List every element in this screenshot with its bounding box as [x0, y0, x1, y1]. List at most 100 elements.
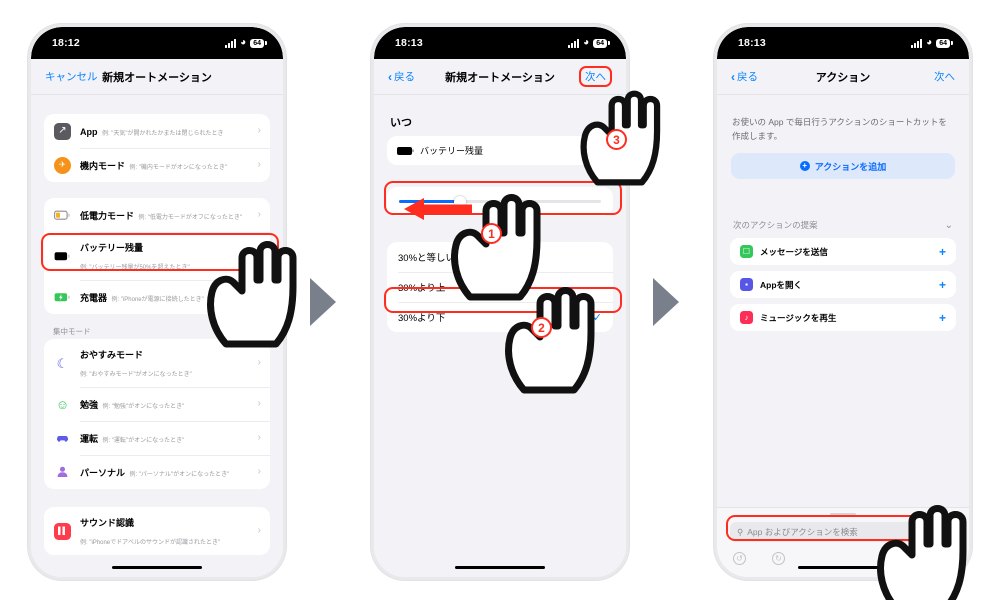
- search-input[interactable]: ⚲ App およびアクションを検索: [730, 522, 956, 542]
- list-item-subtitle: 例: "運転"がオンになったとき": [102, 438, 185, 444]
- phone1-status-bar: 18:12 ◕ 64: [31, 27, 283, 59]
- play-icon[interactable]: [945, 553, 953, 564]
- add-suggestion-button[interactable]: +: [939, 279, 946, 291]
- list-item-title: サウンド認識: [80, 518, 135, 528]
- plus-circle-icon: +: [799, 161, 810, 172]
- back-button[interactable]: ‹ 戻る: [388, 69, 415, 84]
- battery-level-icon: [54, 248, 71, 265]
- list-item-low-power-mode[interactable]: 低電力モード 例: "低電力モードがオフになったとき" ›: [44, 198, 270, 232]
- list-item-subtitle: 例: "勉強"がオンになったとき": [102, 404, 185, 410]
- chevron-right-icon: ›: [257, 398, 261, 409]
- suggestion-play-music[interactable]: ♪ ミュージックを再生 +: [730, 304, 956, 332]
- chevron-right-icon: ›: [257, 432, 261, 443]
- moon-icon: ☾: [56, 355, 69, 371]
- battery-icon: 64: [593, 38, 607, 48]
- smiley-face-icon: ☺: [55, 396, 70, 412]
- chevron-right-icon: ›: [257, 209, 261, 220]
- add-suggestion-button[interactable]: +: [939, 312, 946, 324]
- list-item-subtitle: 例: "機内モードがオンになったとき": [129, 165, 228, 171]
- phone1-nav-bar: キャンセル 新規オートメーション: [31, 59, 283, 95]
- list-item-subtitle: 例: "パーソナル"がオンになったとき": [129, 472, 230, 478]
- home-indicator: [455, 565, 545, 569]
- status-time: 18:13: [395, 37, 423, 49]
- wifi-icon: ◕: [926, 37, 933, 48]
- list-item-subtitle: 例: "おやすみモード"がオンになったとき": [80, 372, 192, 378]
- home-indicator: [798, 565, 888, 569]
- list-item-text: 勉強 例: "勉強"がオンになったとき": [80, 395, 252, 413]
- list-item-title: バッテリー残量: [80, 243, 144, 253]
- status-indicators: ◕ 64: [224, 37, 264, 48]
- checkmark-icon: ✓: [592, 311, 602, 324]
- status-indicators: ◕ 64: [567, 38, 607, 48]
- search-icon: ⚲: [737, 526, 744, 537]
- list-item-subtitle: 例: "天気"が開かれたかまたは閉じられたとき: [101, 131, 224, 137]
- cellular-bars-icon: [910, 38, 923, 48]
- list-item-title: おやすみモード: [80, 350, 144, 360]
- sheet-grabber[interactable]: [830, 513, 856, 516]
- list-item-do-not-disturb[interactable]: ☾ おやすみモード 例: "おやすみモード"がオンになったとき" ›: [44, 339, 270, 387]
- phone-screen-1: 18:12 ◕ 64 キャンセル 新規オートメーション ↗ App 例: "天気…: [28, 24, 286, 580]
- search-placeholder: App およびアクションを検索: [747, 527, 858, 537]
- back-button[interactable]: ‹ 戻る: [731, 69, 758, 84]
- drag-left-arrow-icon: [404, 196, 474, 227]
- chevron-left-icon: ‹: [388, 69, 392, 84]
- phone2-screen-content: 18:13 ◕ 64 ‹ 戻る 新規オートメーション 次へ いつ バッテリー残量…: [374, 27, 626, 577]
- chevron-down-icon[interactable]: ⌄: [945, 220, 953, 231]
- suggestion-open-app[interactable]: ▪ Appを開く +: [730, 271, 956, 299]
- focus-section-label: 集中モード: [53, 327, 91, 336]
- cancel-button[interactable]: キャンセル: [45, 69, 98, 84]
- list-item-title: 充電器: [80, 293, 108, 303]
- next-button[interactable]: 次へ: [579, 66, 612, 87]
- list-item-title: 運転: [80, 434, 99, 444]
- open-app-icon: ▪: [740, 278, 753, 292]
- suggestions-header[interactable]: 次のアクションの提案 ⌄: [733, 219, 953, 231]
- cellular-bars-icon: [224, 38, 237, 48]
- list-item-charger[interactable]: 充電器 例: "iPhoneが電源に接続したとき" ›: [44, 280, 270, 314]
- trigger-battery-row[interactable]: バッテリー残量: [387, 136, 613, 165]
- phone-screen-2: 18:13 ◕ 64 ‹ 戻る 新規オートメーション 次へ いつ バッテリー残量…: [371, 24, 629, 580]
- phone3-status-bar: 18:13 ◕ 64: [717, 27, 969, 59]
- messages-app-icon: ☐: [740, 245, 753, 259]
- phone1-list[interactable]: ↗ App 例: "天気"が開かれたかまたは閉じられたとき › ✈ 機内モード …: [31, 104, 283, 577]
- car-icon: [54, 430, 71, 447]
- wifi-icon: ◕: [240, 37, 247, 48]
- list-item-text: バッテリー残量 例: "バッテリー残量が50%を超えたとき": [80, 238, 252, 274]
- add-action-button[interactable]: + アクションを追加: [731, 153, 955, 180]
- flow-arrow-2: [653, 278, 679, 326]
- flow-arrow-1: [310, 278, 336, 326]
- status-time: 18:13: [738, 37, 766, 49]
- list-item-study[interactable]: ☺ 勉強 例: "勉強"がオンになったとき" ›: [44, 387, 270, 421]
- phone3-toolbar: ↺ ↻: [717, 542, 969, 565]
- list-item-airplane-mode[interactable]: ✈ 機内モード 例: "機内モードがオンになったとき" ›: [44, 148, 270, 182]
- step-badge-1: 1: [481, 223, 502, 244]
- when-section-label: いつ: [390, 117, 412, 129]
- phone2-nav-bar: ‹ 戻る 新規オートメーション 次へ: [374, 59, 626, 95]
- chevron-right-icon: ›: [257, 357, 261, 368]
- list-item-personal[interactable]: パーソナル 例: "パーソナル"がオンになったとき" ›: [44, 455, 270, 489]
- add-suggestion-button[interactable]: +: [939, 246, 946, 258]
- chevron-right-icon: ›: [257, 159, 261, 170]
- list-item-app[interactable]: ↗ App 例: "天気"が開かれたかまたは閉じられたとき ›: [44, 114, 270, 148]
- suggestion-send-message[interactable]: ☐ メッセージを送信 +: [730, 238, 956, 266]
- add-action-label: アクションを追加: [814, 161, 887, 172]
- list-item-text: 充電器 例: "iPhoneが電源に接続したとき": [80, 288, 252, 306]
- undo-icon[interactable]: ↺: [733, 552, 746, 565]
- tutorial-screenshot: 18:12 ◕ 64 キャンセル 新規オートメーション ↗ App 例: "天気…: [0, 0, 1000, 600]
- option-above-30[interactable]: 30%より上: [387, 272, 613, 302]
- option-below-30[interactable]: 30%より下 ✓: [387, 302, 613, 332]
- status-time: 18:12: [52, 37, 80, 49]
- list-item-battery-level[interactable]: バッテリー残量 例: "バッテリー残量が50%を超えたとき" ›: [44, 232, 270, 280]
- chevron-right-icon: ›: [257, 525, 261, 536]
- next-button[interactable]: 次へ: [934, 69, 955, 84]
- chevron-left-icon: ‹: [731, 69, 735, 84]
- step-badge-3: 3: [606, 129, 627, 150]
- list-item-text: 運転 例: "運転"がオンになったとき": [80, 429, 252, 447]
- step-badge-2: 2: [531, 317, 552, 338]
- chevron-right-icon: ›: [257, 466, 261, 477]
- redo-icon[interactable]: ↻: [772, 552, 785, 565]
- comparison-options-card: 30%と等しい 30%より上 30%より下 ✓: [387, 242, 613, 332]
- list-item-driving[interactable]: 運転 例: "運転"がオンになったとき" ›: [44, 421, 270, 455]
- option-equal-to-30[interactable]: 30%と等しい: [387, 242, 613, 272]
- list-item-sound-recognition[interactable]: ▌▌ サウンド認識 例: "iPhoneでドアベルのサウンドが認識されたとき" …: [44, 507, 270, 555]
- list-item-title: パーソナル: [80, 468, 126, 478]
